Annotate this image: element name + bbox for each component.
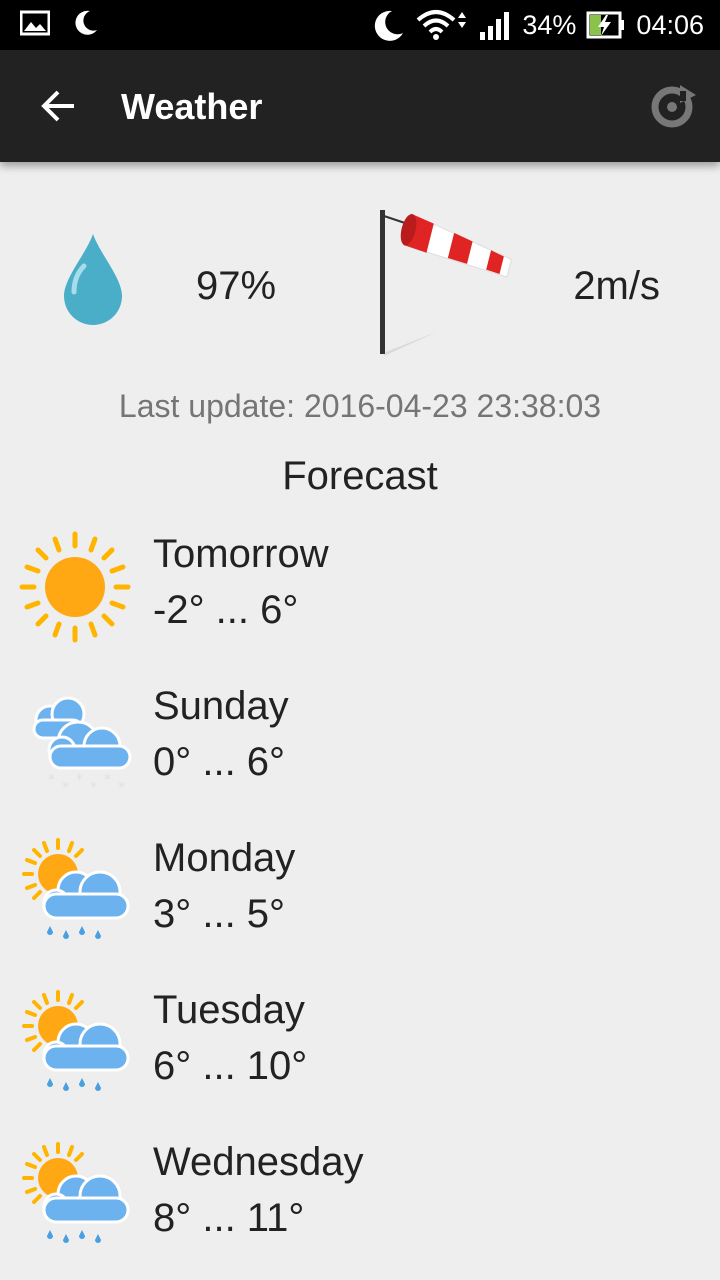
forecast-day: Wednesday: [153, 1140, 364, 1184]
forecast-temp: 3° ... 5°: [153, 892, 286, 936]
signal-icon: [480, 12, 510, 40]
forecast-item-tuesday: Tuesday 6° ... 10°: [0, 984, 720, 1124]
forecast-day: Tomorrow: [153, 532, 329, 576]
arrow-back-icon: [41, 90, 74, 122]
forecast-item-monday: Monday 3° ... 5°: [0, 832, 720, 972]
status-bar: 34% 04:06: [0, 0, 720, 50]
windsock-icon: [380, 210, 512, 356]
battery-percent: 34%: [522, 9, 577, 40]
snow-cloud-icon: * * * * * *: [32, 696, 132, 796]
svg-text:*: *: [76, 772, 83, 788]
forecast-temp: 0° ... 6°: [153, 740, 286, 784]
clock: 04:06: [636, 9, 704, 40]
forecast-day: Tuesday: [153, 988, 305, 1032]
svg-text:*: *: [118, 780, 125, 796]
svg-text:*: *: [104, 772, 111, 788]
forecast-temp: 8° ... 11°: [153, 1196, 305, 1240]
sun-icon: [19, 531, 131, 643]
forecast-temp: -2° ... 6°: [153, 588, 299, 632]
moon-notification-icon: [75, 10, 97, 35]
gallery-notification-icon: [20, 10, 50, 36]
app-title: Weather: [121, 86, 263, 127]
current-conditions: 97% 2m/s: [0, 200, 720, 360]
last-update-text: Last update: 2016-04-23 23:38:03: [118, 388, 602, 424]
wind-speed-value: 2m/s: [573, 264, 660, 308]
sun-cloud-rain-icon: [22, 838, 130, 939]
forecast-temp: 6° ... 10°: [153, 1044, 308, 1088]
do-not-disturb-moon-icon: [375, 10, 404, 41]
app-bar: Weather: [0, 50, 720, 162]
refresh-icon: [651, 85, 696, 128]
forecast-day: Sunday: [153, 684, 289, 728]
svg-text:*: *: [62, 780, 69, 796]
humidity-value: 97%: [196, 264, 277, 308]
forecast-heading: Forecast: [282, 454, 438, 498]
battery-charging-icon: [586, 11, 625, 39]
forecast-item-sunday: * * * * * * Sunday 0° ... 6°: [0, 680, 720, 820]
forecast-day: Monday: [153, 836, 296, 880]
sun-cloud-rain-icon: [22, 990, 130, 1091]
back-button[interactable]: [32, 80, 84, 132]
refresh-button[interactable]: [646, 81, 698, 133]
status-right-icons: 34% 04:06: [372, 0, 704, 50]
sun-cloud-rain-icon: [22, 1142, 130, 1243]
wifi-icon: [417, 10, 467, 40]
svg-text:*: *: [48, 772, 55, 788]
humidity-drop-icon: [64, 234, 122, 325]
status-left-icons: [20, 8, 100, 38]
forecast-item-tomorrow: Tomorrow -2° ... 6°: [0, 528, 720, 668]
forecast-item-wednesday: Wednesday 8° ... 11°: [0, 1136, 720, 1276]
svg-text:*: *: [90, 780, 97, 796]
